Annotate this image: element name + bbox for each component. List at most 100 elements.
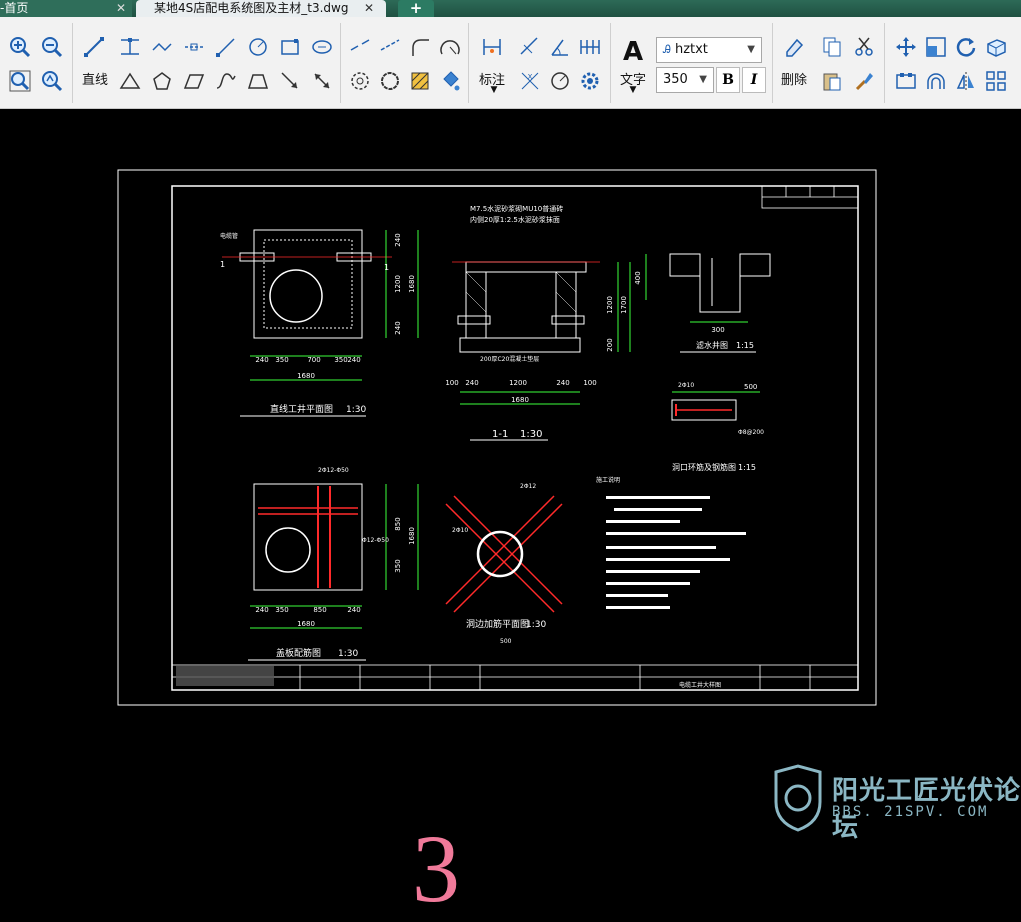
mirror-icon[interactable]	[952, 67, 980, 95]
text-icon[interactable]: A	[618, 37, 648, 67]
dim-label: 700	[307, 356, 320, 364]
eraser-icon[interactable]	[780, 33, 808, 61]
tab-document[interactable]: 某地4S店配电系统图及主材_t3.dwg ✕	[136, 0, 386, 17]
ray-icon[interactable]	[212, 33, 240, 61]
aligned-dimension-icon[interactable]	[516, 33, 544, 61]
gear-circle-icon[interactable]	[346, 67, 374, 95]
circle-icon[interactable]	[244, 33, 272, 61]
font-value: hztxt	[674, 42, 708, 57]
match-properties-icon[interactable]	[850, 67, 878, 95]
construction-line-icon[interactable]	[180, 33, 208, 61]
chevron-down-icon: ▼	[747, 44, 755, 55]
cad-drawing: 电缆工井大样图 电缆管 1 1 240 350 700 350 240 1680	[117, 169, 877, 706]
rebar-label: 2Φ12	[520, 483, 536, 490]
rebar-label: Φ8@200	[738, 429, 764, 436]
scale-edge: 1:15	[738, 463, 756, 472]
font-select[interactable]: Ꭿhztxt ▼	[656, 37, 762, 63]
stretch-icon[interactable]	[892, 67, 920, 95]
polyline-icon[interactable]	[116, 33, 144, 61]
3d-box-icon[interactable]	[982, 33, 1010, 61]
dim-label: 240	[556, 379, 569, 387]
watermark-url: BBS. 21SPV. COM	[832, 804, 989, 820]
tab-document-label: 某地4S店配电系统图及主材_t3.dwg	[154, 1, 349, 15]
chevron-down-icon[interactable]: ▼	[484, 85, 504, 95]
italic-button[interactable]: I	[742, 67, 766, 93]
trapezoid-icon[interactable]	[244, 67, 272, 95]
array-icon[interactable]	[982, 67, 1010, 95]
arc-icon[interactable]	[436, 33, 464, 61]
new-tab-button[interactable]: +	[398, 0, 434, 17]
plan-dims-side: 240 1200 240 1680	[394, 233, 416, 334]
spline-icon[interactable]	[212, 67, 240, 95]
zoom-in-icon[interactable]	[6, 33, 34, 61]
parallelogram-icon[interactable]	[180, 67, 208, 95]
scale-plan: 1:30	[346, 405, 366, 415]
scale-icon[interactable]	[922, 33, 950, 61]
copy-icon[interactable]	[818, 33, 846, 61]
section-view	[452, 261, 631, 441]
title-block-top	[761, 185, 859, 209]
double-arrow-line-icon[interactable]	[308, 67, 336, 95]
paste-icon[interactable]	[818, 67, 846, 95]
dimension-style-icon[interactable]	[576, 67, 604, 95]
rectangle-icon[interactable]	[276, 33, 304, 61]
dim-total: 1680	[297, 372, 315, 380]
ellipse-icon[interactable]	[308, 33, 336, 61]
opening-rebar-view	[445, 495, 563, 613]
drain-well-view	[645, 253, 771, 353]
dim-label: 350	[275, 606, 288, 614]
angle-dimension-icon[interactable]	[546, 33, 574, 61]
bold-button[interactable]: B	[716, 67, 740, 93]
close-icon[interactable]: ✕	[116, 0, 126, 17]
rebar-label: Φ12-Φ50	[362, 537, 389, 544]
dim-drain-width: 300	[711, 326, 724, 334]
zoom-window-icon[interactable]	[6, 67, 34, 95]
chevron-down-icon[interactable]: ▼	[626, 85, 640, 95]
dim-label: 350	[275, 356, 288, 364]
dim-label: 1200	[606, 296, 614, 314]
zoom-realtime-icon[interactable]	[38, 67, 66, 95]
move-icon[interactable]	[892, 33, 920, 61]
text-size-select[interactable]: 350 ▼	[656, 67, 714, 93]
title-cover: 盖板配筋图	[276, 647, 321, 659]
title-section: 1-1	[492, 429, 508, 440]
dim-total: 1680	[511, 396, 529, 404]
drawing-canvas[interactable]: 电缆工井大样图 电缆管 1 1 240 350 700 350 240 1680	[0, 109, 1021, 917]
dimension-icon[interactable]	[478, 33, 506, 61]
fill-bucket-icon[interactable]	[436, 67, 464, 95]
title-plan: 直线工井平面图	[270, 403, 333, 415]
fillet-icon[interactable]	[406, 33, 434, 61]
coordinate-dimension-icon[interactable]: X	[516, 67, 544, 95]
scale-section: 1:30	[520, 429, 542, 440]
arrow-line-icon[interactable]	[276, 67, 304, 95]
font-type-icon: Ꭿ	[663, 43, 671, 56]
polygon-icon[interactable]	[148, 67, 176, 95]
chevron-down-icon: ▼	[699, 74, 707, 85]
offset-icon[interactable]	[922, 67, 950, 95]
tab-home-label: -首页	[0, 1, 29, 15]
scale-cover: 1:30	[338, 649, 358, 659]
tab-home[interactable]: -首页 ✕	[0, 0, 132, 17]
dim-label: 240	[394, 321, 402, 334]
close-icon[interactable]: ✕	[364, 0, 374, 17]
rotate-icon[interactable]	[952, 33, 980, 61]
line-tool-icon[interactable]	[80, 33, 108, 61]
toolbar: 直线 标注 ▼ X A 文字 ▼ Ꭿhztxt ▼ 350 ▼ B I 删除	[0, 17, 1021, 109]
dim-total: 1700	[620, 296, 628, 314]
continuous-dimension-icon[interactable]	[576, 33, 604, 61]
radius-dimension-icon[interactable]	[546, 67, 574, 95]
multiline-icon[interactable]	[148, 33, 176, 61]
triangle-icon[interactable]	[116, 67, 144, 95]
title-opening: 洞边加筋平面图	[466, 618, 529, 630]
break-line-icon[interactable]	[346, 33, 374, 61]
cut-icon[interactable]	[850, 33, 878, 61]
dim-label: 850	[394, 517, 402, 530]
zoom-out-icon[interactable]	[38, 33, 66, 61]
delete-label: 删除	[780, 73, 807, 88]
extend-line-icon[interactable]	[376, 33, 404, 61]
hatch-icon[interactable]	[406, 67, 434, 95]
dim-label: 350	[334, 356, 347, 364]
cloud-icon[interactable]	[376, 67, 404, 95]
note-mortar: M7.5水泥砂浆砌MU10普通砖	[470, 204, 563, 213]
dim-label: 850	[313, 606, 326, 614]
